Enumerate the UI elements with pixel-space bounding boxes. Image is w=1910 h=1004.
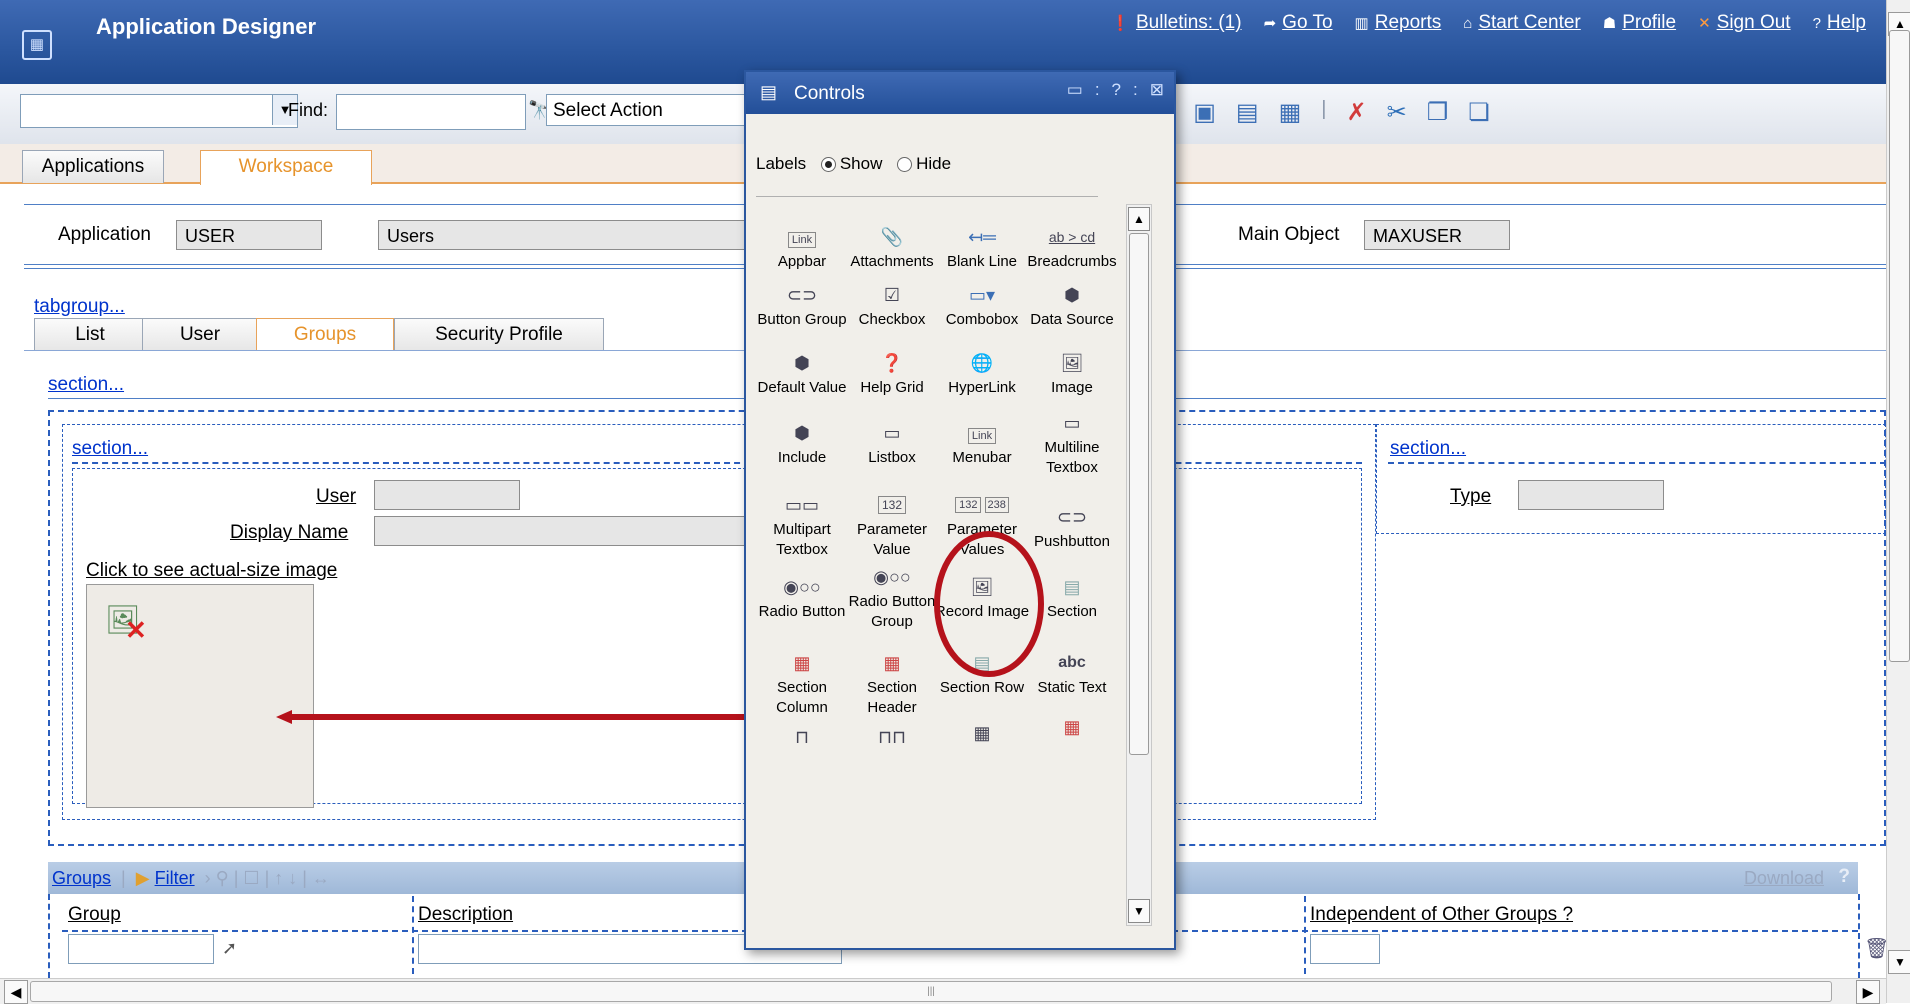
scroll-thumb[interactable] [1889, 30, 1910, 662]
scroll-down-icon[interactable]: ▼ [1128, 899, 1150, 923]
controls-palette[interactable]: ▤ Controls ▭ : ? : ⊠ Labels Show Hide Li… [744, 70, 1176, 950]
scroll-down-icon[interactable]: ▼ [1888, 950, 1910, 974]
scroll-thumb[interactable] [1129, 233, 1149, 755]
vertical-scrollbar[interactable]: ▲ ▼ [1886, 0, 1910, 1003]
scroll-thumb[interactable]: ||| [30, 981, 1832, 1002]
palette-scrollbar[interactable]: ▲ ▼ [1126, 204, 1152, 926]
highlight-circle [934, 531, 1044, 677]
scroll-right-icon[interactable]: ▶ [1856, 980, 1880, 1004]
annotation-arrowhead [276, 710, 292, 724]
horizontal-scrollbar[interactable]: ◀ ||| ▶ [0, 978, 1886, 1004]
scroll-left-icon[interactable]: ◀ [4, 980, 28, 1004]
scroll-up-icon[interactable]: ▲ [1128, 207, 1150, 231]
highlight-overlay [934, 531, 1044, 677]
